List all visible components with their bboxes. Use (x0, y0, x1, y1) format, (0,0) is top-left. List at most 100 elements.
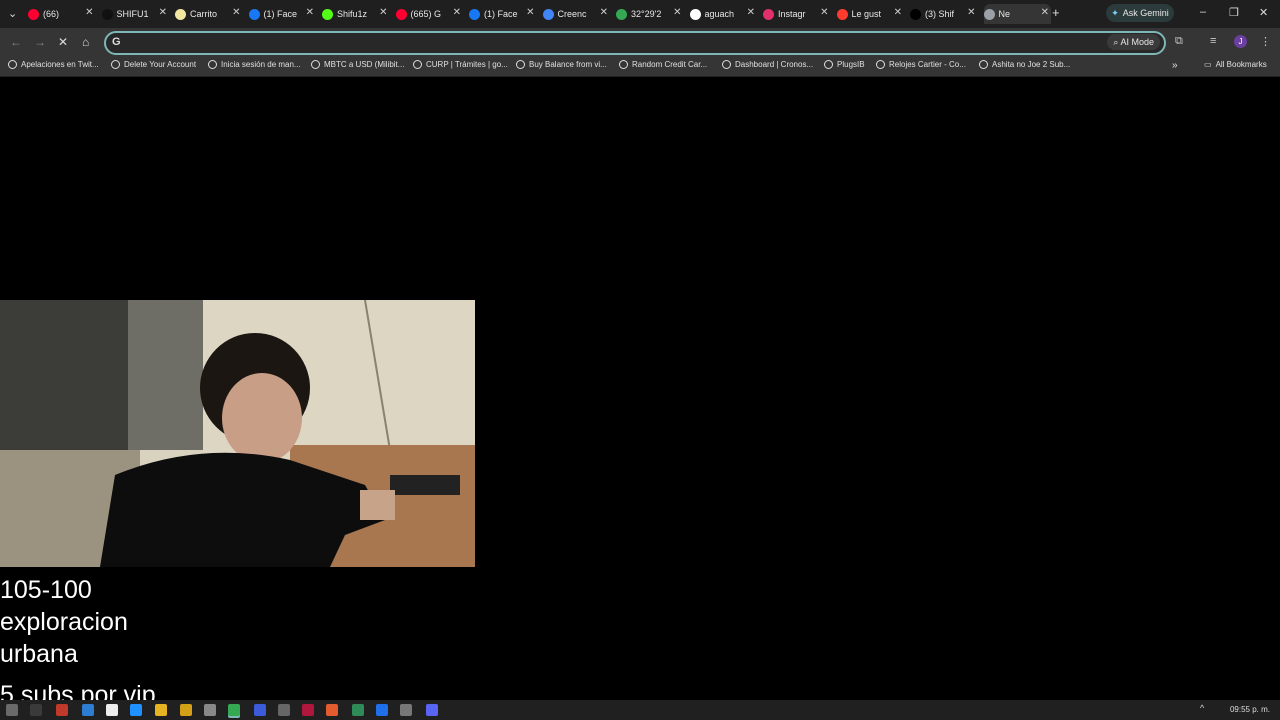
app-icon[interactable] (82, 704, 94, 716)
search-taskbar-icon[interactable] (30, 704, 42, 716)
bookmark-item[interactable]: Random Credit Car... (619, 60, 707, 69)
close-tab-icon[interactable]: ✕ (306, 7, 314, 18)
ai-mode-button[interactable]: ⌕ AI Mode (1107, 34, 1160, 50)
restore-button[interactable]: ❐ (1229, 6, 1239, 19)
bookmark-label: MBTC a USD (Milibit... (324, 60, 405, 69)
ask-gemini-button[interactable]: ✦ Ask Gemini (1106, 4, 1174, 22)
app-icon[interactable] (302, 704, 314, 716)
app-icon[interactable] (106, 704, 118, 716)
tab[interactable]: Instagr ✕ (763, 4, 831, 24)
bookmark-item[interactable]: Apelaciones en Twit... (8, 60, 99, 69)
bookmark-item[interactable]: Delete Your Account (111, 60, 196, 69)
bookmark-item[interactable]: Buy Balance from vi... (516, 60, 607, 69)
bookmark-item[interactable]: Dashboard | Cronos... (722, 60, 813, 69)
close-tab-icon[interactable]: ✕ (379, 7, 387, 18)
tab[interactable]: (3) Shif ✕ (910, 4, 978, 24)
close-tab-icon[interactable]: ✕ (232, 7, 240, 18)
app-icon[interactable] (376, 704, 388, 716)
bookmark-label: Buy Balance from vi... (529, 60, 607, 69)
x-icon (910, 8, 921, 20)
app-icon[interactable] (326, 704, 338, 716)
file-explorer-icon[interactable] (155, 704, 167, 716)
instagram-icon (763, 8, 774, 20)
globe-icon (722, 60, 731, 69)
extensions-icon[interactable]: ⧉ (1175, 35, 1183, 48)
google-icon (689, 8, 701, 20)
tab-search-icon[interactable]: ⌄ (8, 7, 17, 20)
gemini-icon: ✦ (1111, 7, 1119, 18)
close-window-button[interactable]: ✕ (1259, 6, 1268, 19)
app-icon[interactable] (56, 704, 68, 716)
bookmark-item[interactable]: CURP | Trámites | go... (413, 60, 508, 69)
new-tab-button[interactable]: + (1052, 5, 1060, 20)
chrome-icon[interactable] (228, 704, 240, 716)
tab-title: Ne (998, 9, 1011, 19)
app-icon[interactable] (352, 704, 364, 716)
globe-icon (979, 60, 988, 69)
close-tab-icon[interactable]: ✕ (526, 7, 534, 18)
bookmark-item[interactable]: Ashita no Joe 2 Sub... (979, 60, 1070, 69)
all-bookmarks-button[interactable]: ▭ All Bookmarks (1204, 60, 1267, 69)
discord-icon[interactable] (426, 704, 438, 716)
globe-icon (8, 60, 17, 69)
start-icon[interactable] (6, 704, 18, 716)
tray-expand-icon[interactable]: ^ (1200, 703, 1204, 713)
overlay-score-text: 105-100 (0, 576, 92, 604)
tab[interactable]: SHIFU1 ✕ (101, 4, 170, 24)
bookmark-label: PlugsIB (837, 60, 865, 69)
home-icon[interactable]: ⌂ (82, 35, 89, 49)
bookmark-label: CURP | Trámites | go... (426, 60, 508, 69)
google-icon: G (112, 36, 121, 48)
back-icon[interactable]: ← (10, 35, 22, 49)
bookmark-item[interactable]: Inicia sesión de man... (208, 60, 301, 69)
tab[interactable]: Creenc ✕ (542, 4, 611, 24)
bookmark-item[interactable]: Relojes Cartier - Co... (876, 60, 966, 69)
tab[interactable]: (665) G ✕ (395, 4, 464, 24)
overlay-topic-line1: exploracion (0, 608, 128, 636)
folder-icon: ▭ (1204, 60, 1212, 69)
address-bar[interactable]: G ⌕ AI Mode (104, 31, 1166, 55)
close-tab-icon[interactable]: ✕ (894, 7, 902, 18)
close-tab-icon[interactable]: ✕ (1041, 7, 1049, 18)
close-tab-icon[interactable]: ✕ (820, 7, 828, 18)
bookmark-item[interactable]: MBTC a USD (Milibit... (311, 60, 404, 69)
music-icon (836, 8, 848, 20)
close-tab-icon[interactable]: ✕ (85, 7, 93, 18)
minimize-button[interactable]: – (1200, 6, 1206, 18)
app-icon[interactable] (278, 704, 290, 716)
facebook-icon (248, 8, 260, 20)
app-icon[interactable] (400, 704, 412, 716)
app-icon[interactable] (204, 704, 216, 716)
tab[interactable]: (1) Face ✕ (248, 4, 317, 24)
profile-avatar[interactable]: J (1234, 35, 1247, 48)
tab[interactable]: Ne ✕ (983, 4, 1051, 24)
stop-loading-icon[interactable]: ✕ (58, 35, 68, 49)
media-controls-icon[interactable]: ≡ (1210, 35, 1216, 47)
overlay-topic-line2: urbana (0, 640, 78, 668)
close-tab-icon[interactable]: ✕ (600, 7, 608, 18)
tab-title: Le gust (851, 9, 882, 19)
close-tab-icon[interactable]: ✕ (673, 7, 681, 18)
close-tab-icon[interactable]: ✕ (453, 7, 461, 18)
tab[interactable]: aguach ✕ (689, 4, 758, 24)
bookmark-item[interactable]: PlugsIB (824, 60, 865, 69)
tab[interactable]: (66) ✕ (28, 4, 96, 24)
close-tab-icon[interactable]: ✕ (967, 7, 975, 18)
app-icon[interactable] (130, 704, 142, 716)
tab[interactable]: (1) Face ✕ (469, 4, 537, 24)
forward-icon[interactable]: → (34, 35, 46, 49)
app-icon[interactable] (180, 704, 192, 716)
tab-title: (3) Shif (925, 9, 955, 19)
tab[interactable]: 32°29'2 ✕ (616, 4, 684, 24)
close-tab-icon[interactable]: ✕ (747, 7, 755, 18)
globe-icon (111, 60, 120, 69)
tab[interactable]: Shifu1z ✕ (322, 4, 390, 24)
app-icon[interactable] (254, 704, 266, 716)
close-tab-icon[interactable]: ✕ (159, 7, 167, 18)
tab[interactable]: Carrito ✕ (175, 4, 243, 24)
menu-icon[interactable]: ⋮ (1260, 35, 1271, 48)
url-input[interactable] (128, 34, 1082, 52)
more-bookmarks-icon[interactable]: » (1172, 60, 1178, 71)
tab[interactable]: Le gust ✕ (836, 4, 905, 24)
globe-icon (208, 60, 217, 69)
